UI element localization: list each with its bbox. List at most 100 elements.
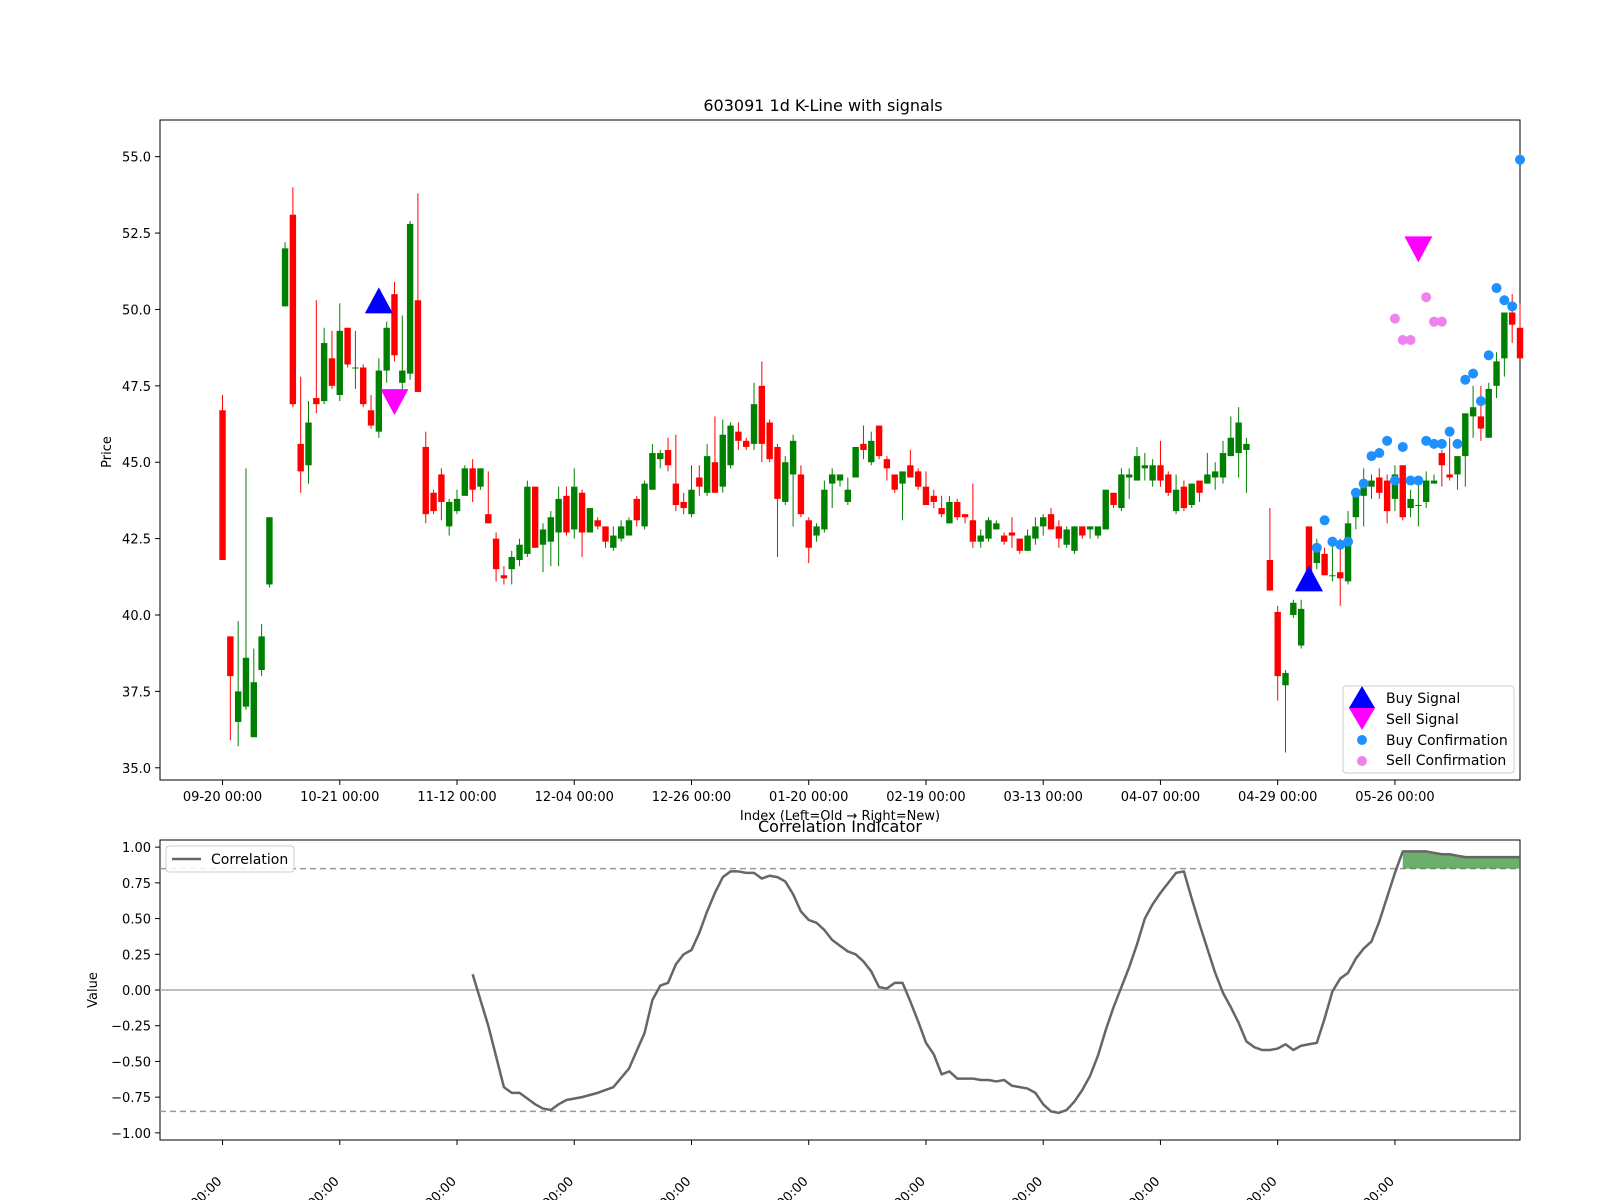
buy-confirmation-point <box>1483 350 1494 361</box>
buy-confirmation-point <box>1358 478 1369 489</box>
kline-ytick-label: 37.5 <box>122 685 151 700</box>
candle-body <box>1172 489 1180 512</box>
candle-body <box>938 508 945 515</box>
candle-body <box>1274 611 1281 677</box>
candle-body <box>750 404 758 444</box>
correlation-xtick-label: 12-04 00:00 <box>510 1174 577 1200</box>
legend-buy-signal: Buy Signal <box>1386 691 1460 707</box>
kline-xtick-label: 02-19 00:00 <box>886 790 965 805</box>
kline-ytick-label: 35.0 <box>122 762 151 777</box>
candle-body <box>969 520 977 542</box>
correlation-ylabel: Value <box>86 972 101 1008</box>
candle-body <box>828 474 836 484</box>
buy-confirmation-point <box>1343 536 1354 547</box>
candle-body <box>1266 560 1274 591</box>
candle-body <box>1204 474 1211 484</box>
candle-body <box>1055 526 1063 539</box>
sell-confirmation-point <box>1421 292 1432 303</box>
kline-ytick-label: 42.5 <box>122 533 151 548</box>
kline-ytick-label: 52.5 <box>122 227 151 242</box>
candle-body <box>1407 498 1414 509</box>
candle <box>1188 483 1195 509</box>
candle-body <box>617 526 625 539</box>
candle-body <box>1290 602 1297 615</box>
buy-confirmation-point <box>1350 487 1361 498</box>
candle-body <box>305 422 312 466</box>
candle-body <box>922 486 930 505</box>
candle-body <box>266 517 273 585</box>
candle-body <box>524 486 531 554</box>
sell-confirmation-point <box>1436 316 1447 327</box>
candle <box>954 498 961 521</box>
candle-body <box>344 327 351 365</box>
candle-body <box>594 520 601 527</box>
candle-body <box>735 431 742 441</box>
kline-ytick-label: 50.0 <box>122 303 151 318</box>
correlation-ytick-label: 0.75 <box>122 877 151 892</box>
candle-body <box>727 425 734 466</box>
candle-body <box>563 495 570 533</box>
candle-body <box>1180 486 1188 509</box>
candle <box>266 517 273 588</box>
correlation-panel: Correlation Indicator −1.00 −0.75 −0.50 −0.… <box>86 817 1521 1204</box>
candle-body <box>1000 535 1008 542</box>
kline-xtick-label: 03-13 00:00 <box>1004 790 1083 805</box>
candle-body <box>1149 465 1156 481</box>
candle-body <box>672 483 680 505</box>
candle-body <box>1227 437 1235 457</box>
candle-body <box>914 471 922 487</box>
correlation-ytick-label: −1.00 <box>111 1127 151 1142</box>
legend-correlation: Correlation <box>211 852 288 868</box>
correlation-xtick-label: 04-07 00:00 <box>1097 1174 1164 1200</box>
correlation-xtick-label: 10-21 00:00 <box>276 1174 343 1200</box>
candle-body <box>993 523 1000 530</box>
buy-confirmation-point <box>1515 154 1525 165</box>
candle-body <box>1430 480 1438 484</box>
correlation-xtick-label: 02-19 00:00 <box>862 1174 929 1200</box>
candle-body <box>1446 474 1453 478</box>
candle <box>727 422 734 469</box>
candle-body <box>531 486 539 548</box>
candle-body <box>899 471 906 484</box>
correlation-ytick-label: −0.50 <box>111 1055 151 1070</box>
candle-body <box>1344 523 1352 582</box>
candle-body <box>555 498 562 533</box>
candle-body <box>1165 474 1172 493</box>
candle-body <box>758 385 766 444</box>
candle-body <box>657 453 664 460</box>
candle <box>344 327 351 368</box>
candle-body <box>1493 361 1500 386</box>
candle-body <box>1125 474 1133 478</box>
candle-body <box>1508 312 1516 325</box>
candle-body <box>1133 456 1141 481</box>
buy-confirmation-point <box>1499 295 1510 306</box>
candle-body <box>1079 526 1086 536</box>
candle-body <box>703 456 711 493</box>
kline-xtick-label: 01-20 00:00 <box>769 790 848 805</box>
candle <box>219 395 226 560</box>
candle <box>985 517 992 542</box>
candle-body <box>234 691 242 722</box>
correlation-x-axis: 09-20 00:00 10-21 00:00 11-12 00:00 12-04 0… <box>159 1140 1398 1204</box>
candle-body <box>1008 532 1016 536</box>
candle <box>1063 526 1070 548</box>
candle <box>1118 468 1125 512</box>
candle-body <box>1110 492 1117 505</box>
candle-body <box>1063 529 1070 545</box>
candle-body <box>860 443 867 450</box>
candle-body <box>1040 517 1047 527</box>
buy-confirmation-point <box>1374 448 1385 459</box>
candle <box>281 242 289 307</box>
kline-xtick-label: 11-12 00:00 <box>417 790 496 805</box>
legend-sell-confirmation: Sell Confirmation <box>1386 753 1506 769</box>
candle-body <box>469 468 476 490</box>
candle-body <box>328 358 336 386</box>
candle-body <box>680 501 687 509</box>
candle-body <box>281 248 289 307</box>
candle-body <box>961 514 969 518</box>
sell-confirmation-legend-marker <box>1357 756 1367 766</box>
candle-body <box>1438 453 1446 466</box>
kline-xtick-label: 04-07 00:00 <box>1121 790 1200 805</box>
kline-ytick-label: 40.0 <box>122 609 151 624</box>
candle <box>1071 526 1078 554</box>
